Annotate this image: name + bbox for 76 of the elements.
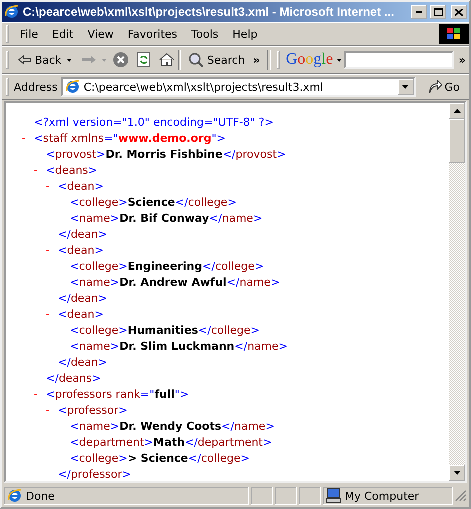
menu-item[interactable]: View: [80, 26, 121, 42]
xml-line: <dean>: [58, 180, 104, 192]
minimize-button[interactable]: [411, 5, 427, 19]
search-icon: [188, 52, 204, 68]
xml-line: <provost>Dr. Morris Fishbine</provost>: [46, 148, 286, 160]
xml-line: </deans>: [46, 372, 102, 384]
back-button[interactable]: Back: [14, 52, 65, 68]
xml-line: <dean>: [58, 244, 104, 256]
xml-line: <college>Science</college>: [70, 196, 237, 208]
status-panel: [299, 487, 321, 505]
scrollbar-thumb[interactable]: [449, 119, 465, 163]
back-arrow-icon: [18, 55, 32, 65]
ie-icon: [4, 4, 20, 20]
dropdown-caret-icon: [402, 85, 410, 89]
go-arrow-icon: [428, 80, 442, 94]
collapse-toggle[interactable]: -: [46, 404, 58, 416]
ie-icon: [64, 79, 81, 95]
status-panel: [275, 487, 297, 505]
collapse-toggle[interactable]: -: [34, 164, 46, 176]
home-icon[interactable]: [158, 52, 174, 68]
computer-icon: [326, 488, 342, 504]
address-field[interactable]: C:\pearce\web\xml\xslt\projects\result3.xml: [60, 77, 416, 97]
chevron-button[interactable]: »: [250, 52, 264, 68]
collapse-toggle[interactable]: -: [46, 244, 58, 256]
dropdown-button[interactable]: [398, 79, 414, 95]
windows-logo-icon: [447, 28, 461, 40]
xml-line: <professors rank="full">: [46, 388, 190, 400]
go-button[interactable]: Go: [424, 78, 463, 96]
xml-line: </dean>: [58, 292, 108, 304]
collapse-toggle[interactable]: -: [34, 388, 46, 400]
search-button[interactable]: Search: [185, 50, 248, 70]
xml-line: <name>Dr. Wendy Coots</name>: [70, 420, 275, 432]
menu-item[interactable]: Tools: [184, 26, 226, 42]
menu-item[interactable]: Favorites: [120, 26, 185, 42]
status-panel: [251, 487, 273, 505]
zone-text: My Computer: [345, 490, 420, 502]
collapse-toggle[interactable]: -: [22, 132, 34, 144]
scroll-down-icon: [454, 471, 460, 475]
search-field[interactable]: [344, 51, 454, 69]
close-button[interactable]: [451, 5, 467, 19]
xml-line: <staff xmlns="www.demo.org">: [34, 132, 226, 144]
xml-line: <college>Engineering</college>: [70, 260, 264, 272]
menu-item[interactable]: File: [13, 26, 46, 42]
xml-line: <name>Dr. Slim Luckmann</name>: [70, 340, 288, 352]
dropdown-caret-icon[interactable]: [337, 58, 342, 62]
status-text: Done: [26, 490, 55, 502]
maximize-button[interactable]: [430, 5, 446, 19]
xml-line: </dean>: [58, 228, 108, 240]
xml-line: </dean>: [58, 356, 108, 368]
xml-line: <college>Humanities</college>: [70, 324, 260, 336]
scrollbar[interactable]: [449, 103, 465, 481]
google-logo[interactable]: Google: [284, 51, 336, 69]
address-label: Address: [14, 80, 58, 94]
xml-line: <deans>: [46, 164, 98, 176]
minimize-icon: [416, 11, 422, 13]
chevron-button[interactable]: »: [456, 52, 469, 68]
close-icon: [455, 8, 463, 16]
xml-line: <name>Dr. Andrew Awful</name>: [70, 276, 280, 288]
scroll-up-icon: [454, 109, 460, 113]
collapse-toggle[interactable]: -: [46, 180, 58, 192]
xml-line: <professor>: [58, 404, 128, 416]
stop-icon[interactable]: [112, 52, 128, 68]
xml-line: <?xml version="1.0" encoding="UTF-8" ?>: [34, 116, 274, 128]
menu-item[interactable]: Help: [226, 26, 265, 42]
collapse-toggle[interactable]: -: [46, 308, 58, 320]
xml-line: </professor>: [58, 468, 132, 480]
refresh-icon[interactable]: [136, 52, 151, 68]
window-title: C:\pearce\web\xml\xslt\projects\result3.xml - Microsoft Internet ...: [23, 5, 396, 19]
xml-line: <dean>: [58, 308, 104, 320]
resize-grip-icon[interactable]: [455, 490, 467, 502]
maximize-icon: [434, 8, 442, 16]
menu-item[interactable]: Edit: [45, 26, 81, 42]
xml-line: <name>Dr. Bif Conway</name>: [70, 212, 263, 224]
dropdown-caret-icon[interactable]: [66, 58, 72, 62]
xml-line: <department>Math</department>: [70, 436, 272, 448]
xml-line: <college>> Science</college>: [70, 452, 250, 464]
